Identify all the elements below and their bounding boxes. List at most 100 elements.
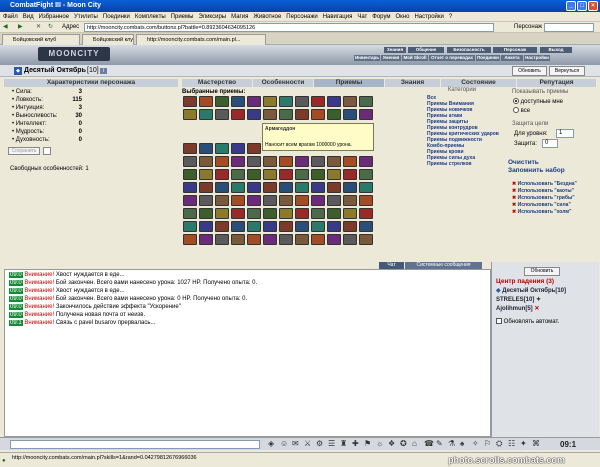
player-3[interactable]: Ajolihmun[5] ✕ [496,305,600,313]
skill-icon[interactable] [311,156,325,167]
skill-icon[interactable] [231,169,245,180]
skill-icon[interactable] [327,156,341,167]
selected-skill-icon[interactable] [231,109,245,120]
skill-icon[interactable] [247,156,261,167]
skill-icon[interactable] [311,169,325,180]
top-nav-2[interactable]: Безопасность [447,47,491,53]
selected-skill-icon[interactable] [311,109,325,120]
skill-icon[interactable] [215,169,229,180]
selected-skill-icon[interactable] [343,109,357,120]
skill-icon[interactable] [247,195,261,206]
menu-item-7[interactable]: Эликсиры [198,12,226,21]
chat-timestamp[interactable]: 09:0 [9,288,23,294]
skill-icon[interactable] [215,143,229,154]
menu-item-15[interactable]: Настройки [414,12,443,21]
protection-input[interactable]: 0 [542,139,558,148]
auto-refresh-option[interactable]: Обновлять автомат. [496,318,600,326]
menu-item-10[interactable]: Персонажи [286,12,317,21]
tab-state[interactable]: Состояние [441,79,516,87]
skill-icon[interactable] [183,143,197,154]
character-search-input[interactable] [544,23,594,32]
skill-icon[interactable] [231,143,245,154]
skill-icon[interactable] [279,156,293,167]
selected-skill-icon[interactable] [295,96,309,107]
top-subnav-5[interactable]: Анкета [501,55,523,61]
skill-icon[interactable] [215,221,229,232]
skill-icon[interactable] [279,169,293,180]
skill-icon[interactable] [295,234,309,245]
skill-icon[interactable] [359,195,373,206]
toolbar-icon[interactable]: ☎ [424,439,434,449]
menu-item-13[interactable]: Форум [372,12,390,21]
toolbar-icon[interactable]: ⚑ [364,439,374,449]
selected-skill-icon[interactable] [247,96,261,107]
show-option-all[interactable]: все [513,107,597,115]
forward-arrow-icon[interactable]: ▶ [18,22,32,32]
skill-icon[interactable] [215,195,229,206]
stop-icon[interactable]: ✕ [36,22,46,32]
skill-icon[interactable] [263,156,277,167]
skill-icon[interactable] [359,221,373,232]
skill-icon[interactable] [199,221,213,232]
selected-skill-icon[interactable] [311,96,325,107]
character-name[interactable]: Десятый Октябрь [24,67,86,75]
skill-icon[interactable] [311,221,325,232]
skill-icon[interactable] [279,208,293,219]
menu-item-2[interactable]: Избранное [39,12,69,21]
skill-icon[interactable] [343,234,357,245]
skill-icon[interactable] [279,195,293,206]
toolbar-icon[interactable]: ♠ [460,439,470,449]
radio-available-icon[interactable] [513,98,519,105]
skill-icon[interactable] [231,195,245,206]
skill-icon[interactable] [359,182,373,193]
radio-all-icon[interactable] [513,107,519,114]
remember-set-link[interactable]: Запомнить набор [508,167,588,175]
skill-icon[interactable] [215,208,229,219]
skill-icon[interactable] [215,182,229,193]
skill-icon[interactable] [359,234,373,245]
skill-icon[interactable] [327,182,341,193]
selected-skill-icon[interactable] [215,109,229,120]
skill-icon[interactable] [311,208,325,219]
skill-icon[interactable] [247,208,261,219]
skill-icon[interactable] [247,143,261,154]
system-messages-tab[interactable]: Системные сообщения [405,262,482,269]
category-link-11[interactable]: Приемы стрелков [427,161,507,167]
top-nav-0[interactable]: Знания [384,47,406,53]
selected-skill-icon[interactable] [199,109,213,120]
skill-icon[interactable] [183,156,197,167]
toolbar-icon[interactable]: ♜ [340,439,350,449]
selected-skill-icon[interactable] [231,96,245,107]
top-subnav-1[interactable]: Умения [381,55,401,61]
player-2[interactable]: STRELES[10] ✦ [496,296,600,304]
toolbar-icon[interactable]: ⌘ [532,439,542,449]
skill-icon[interactable] [199,195,213,206]
selected-skill-icon[interactable] [263,109,277,120]
menu-item-16[interactable]: ? [449,12,452,21]
use-item-3[interactable]: ✖ Использовать "сила" [512,202,598,209]
maximize-icon[interactable]: □ [577,1,587,11]
skill-icon[interactable] [183,169,197,180]
skill-icon[interactable] [295,156,309,167]
skill-icon[interactable] [199,169,213,180]
top-subnav-6[interactable]: Настройки [524,55,550,61]
use-item-1[interactable]: ✖ Использовать "каоты" [512,188,598,195]
level-select[interactable]: 1 [556,129,574,138]
toolbar-icon[interactable]: ⛭ [496,439,506,449]
info-icon[interactable]: i [100,68,107,74]
menu-item-14[interactable]: Окно [396,12,410,21]
chat-timestamp[interactable]: 09:0 [9,312,23,318]
tab-skills[interactable]: Приемы [314,79,384,87]
skill-icon[interactable] [231,182,245,193]
chat-timestamp[interactable]: 09:0 [9,280,23,286]
tab-features[interactable]: Особенности [253,79,313,87]
skill-icon[interactable] [343,182,357,193]
stats-checkbox[interactable] [43,147,51,155]
tab-knowledge[interactable]: Знания [385,79,440,87]
skill-icon[interactable] [199,143,213,154]
menu-item-5[interactable]: Комплекты [135,12,166,21]
sidebar-refresh-button[interactable]: Обновить [524,267,560,276]
skill-icon[interactable] [311,182,325,193]
menu-item-8[interactable]: Магия [231,12,248,21]
skill-icon[interactable] [231,234,245,245]
